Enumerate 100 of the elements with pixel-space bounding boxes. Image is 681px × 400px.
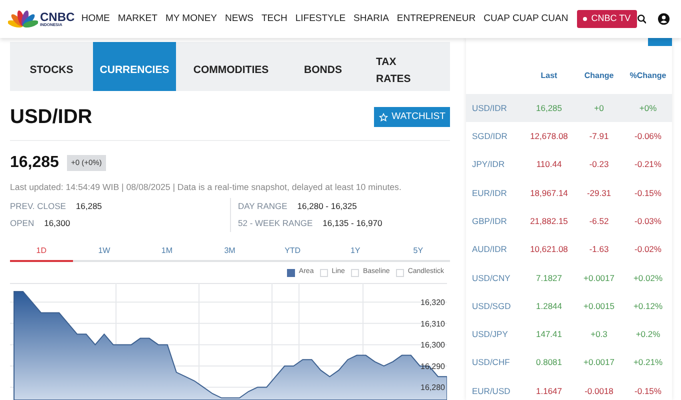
- change-value: +0.0015: [582, 300, 616, 313]
- period-tab[interactable]: 1Y: [324, 242, 387, 262]
- change-value: -7.91: [588, 130, 610, 143]
- user-account-icon[interactable]: [658, 12, 670, 26]
- stat-label: OPEN: [10, 217, 34, 230]
- change-value: +0.0017: [582, 272, 616, 284]
- pair-name: EUR/IDR: [471, 186, 508, 200]
- pair-name: GBP/IDR: [471, 214, 508, 228]
- last-value: 0.8081: [535, 356, 563, 370]
- pair-name: USD/CNY: [471, 272, 512, 284]
- change-value: +0: [593, 102, 605, 115]
- axis-label: 16,310: [420, 320, 445, 329]
- pair-name: USD/JPY: [471, 328, 509, 341]
- period-tab[interactable]: 3M: [198, 242, 262, 262]
- currency-pair-title: USD/IDR: [10, 105, 92, 130]
- logo-text: CNBC: [40, 11, 75, 23]
- market-tab[interactable]: STOCKS: [10, 42, 93, 91]
- period-tab[interactable]: 5Y: [386, 242, 450, 262]
- peacock-logo-icon: [8, 9, 38, 29]
- nav-link[interactable]: TECH: [262, 12, 288, 26]
- market-tab[interactable]: TAX RATES: [360, 42, 422, 91]
- pair-name: USD/SGD: [471, 300, 512, 313]
- pair-name: USD/CHF: [471, 356, 511, 370]
- currency-row[interactable]: USD/CNY 7.1827 +0.0017 +0.02%: [466, 264, 672, 292]
- market-tab[interactable]: CURRENCIES: [93, 42, 176, 91]
- percent-change-value: +0.2%: [634, 328, 662, 341]
- watchlist-button[interactable]: WATCHLIST: [374, 107, 450, 127]
- last-value: 18,967.14: [529, 186, 569, 200]
- current-price: 16,285: [10, 153, 59, 173]
- pair-name: AUD/IDR: [471, 243, 508, 256]
- change-value: +0.0017: [582, 356, 616, 370]
- last-updated-text: Last updated: 14:54:49 WIB | 08/08/2025 | Data is a real-time snapshot, delayed at least 10 minutes.: [10, 181, 402, 194]
- pair-name: USD/IDR: [471, 102, 508, 115]
- percent-change-value: -0.21%: [634, 158, 662, 172]
- period-tab[interactable]: 1W: [72, 242, 136, 262]
- currency-row[interactable]: USD/SGD 1.2844 +0.0015 +0.12%: [466, 292, 672, 320]
- percent-change-value: +0.02%: [632, 272, 664, 284]
- stat-label: 52 - WEEK RANGE: [238, 217, 313, 230]
- nav-link[interactable]: NEWS: [225, 12, 254, 26]
- percent-change-value: -0.03%: [634, 214, 662, 228]
- percent-change-value: -0.02%: [634, 243, 662, 256]
- currency-row[interactable]: USD/JPY 147.41 +0.3 +0.2%: [466, 320, 672, 349]
- nav-link[interactable]: LIFESTYLE: [295, 12, 346, 26]
- currency-row[interactable]: USD/CHF 0.8081 +0.0017 +0.21%: [466, 348, 672, 377]
- pair-name: EUR/USD: [471, 384, 512, 398]
- nav-link[interactable]: HOME: [81, 12, 110, 26]
- change-value: -0.23: [588, 158, 610, 172]
- period-tab[interactable]: YTD: [261, 242, 324, 262]
- market-tab[interactable]: COMMODITIES: [176, 42, 286, 91]
- last-value: 21,882.15: [529, 214, 569, 228]
- percent-change-value: -0.15%: [634, 384, 662, 398]
- change-value: -0.0018: [584, 384, 614, 398]
- change-value: -29.31: [586, 186, 612, 200]
- change-value: -1.63: [588, 243, 610, 256]
- percent-change-value: -0.06%: [634, 130, 662, 143]
- currency-row[interactable]: GBP/IDR 21,882.15 -6.52 -0.03%: [466, 207, 672, 236]
- percent-change-value: +0.21%: [632, 356, 664, 370]
- stat-value: 16,285: [76, 200, 102, 214]
- market-tab[interactable]: BONDS: [286, 42, 360, 91]
- period-tab[interactable]: 1D: [10, 242, 73, 262]
- percent-change-value: +0%: [638, 102, 658, 115]
- column-header: Last: [540, 70, 558, 82]
- search-button[interactable]: [648, 38, 672, 46]
- nav-link[interactable]: ENTREPRENEUR: [396, 12, 476, 26]
- pair-name: JPY/IDR: [471, 158, 506, 172]
- currency-row[interactable]: USD/IDR 16,285 +0 +0%: [466, 94, 672, 122]
- currency-row[interactable]: JPY/IDR 110.44 -0.23 -0.21%: [466, 150, 672, 179]
- stat-value: 16,135 - 16,970: [322, 217, 382, 230]
- column-header: %Change: [628, 70, 668, 82]
- nav-link[interactable]: CUAP CUAP CUAN: [484, 12, 568, 26]
- last-value: 16,285: [535, 102, 563, 115]
- currency-row[interactable]: SGD/IDR 12,678.08 -7.91 -0.06%: [466, 122, 672, 151]
- chart-type-checkbox[interactable]: [286, 268, 295, 277]
- nav-link[interactable]: MY MONEY: [165, 12, 217, 26]
- change-value: +0.3: [590, 328, 608, 341]
- percent-change-value: -0.15%: [634, 186, 662, 200]
- last-value: 110.44: [535, 158, 563, 172]
- column-header: Change: [583, 70, 615, 82]
- currency-row[interactable]: AUD/IDR 10,621.08 -1.63 -0.02%: [466, 235, 672, 264]
- change-value: -6.52: [588, 214, 610, 228]
- period-tab[interactable]: 1M: [136, 242, 198, 262]
- nav-link[interactable]: MARKET: [118, 12, 158, 26]
- pair-name: SGD/IDR: [471, 130, 508, 143]
- search-icon[interactable]: [636, 13, 646, 25]
- currency-row[interactable]: EUR/USD 1.1647 -0.0018 -0.15%: [466, 376, 672, 400]
- nav-link[interactable]: SHARIA: [354, 12, 389, 26]
- last-value: 7.1827: [535, 272, 563, 284]
- live-tv-button[interactable]: CNBC TV: [577, 10, 637, 28]
- axis-label: 16,280: [420, 383, 445, 392]
- stat-value: 16,300: [44, 217, 70, 230]
- percent-change-value: +0.12%: [632, 300, 664, 313]
- last-value: 1.1647: [535, 384, 563, 398]
- stat-label: DAY RANGE: [238, 200, 288, 214]
- stat-label: PREV. CLOSE: [10, 200, 66, 214]
- last-value: 1.2844: [535, 300, 563, 313]
- axis-label: 16,300: [420, 340, 445, 350]
- last-value: 10,621.08: [529, 243, 569, 256]
- stat-value: 16,280 - 16,325: [297, 200, 357, 214]
- last-value: 12,678.08: [529, 130, 569, 143]
- currency-row[interactable]: EUR/IDR 18,967.14 -29.31 -0.15%: [466, 178, 672, 208]
